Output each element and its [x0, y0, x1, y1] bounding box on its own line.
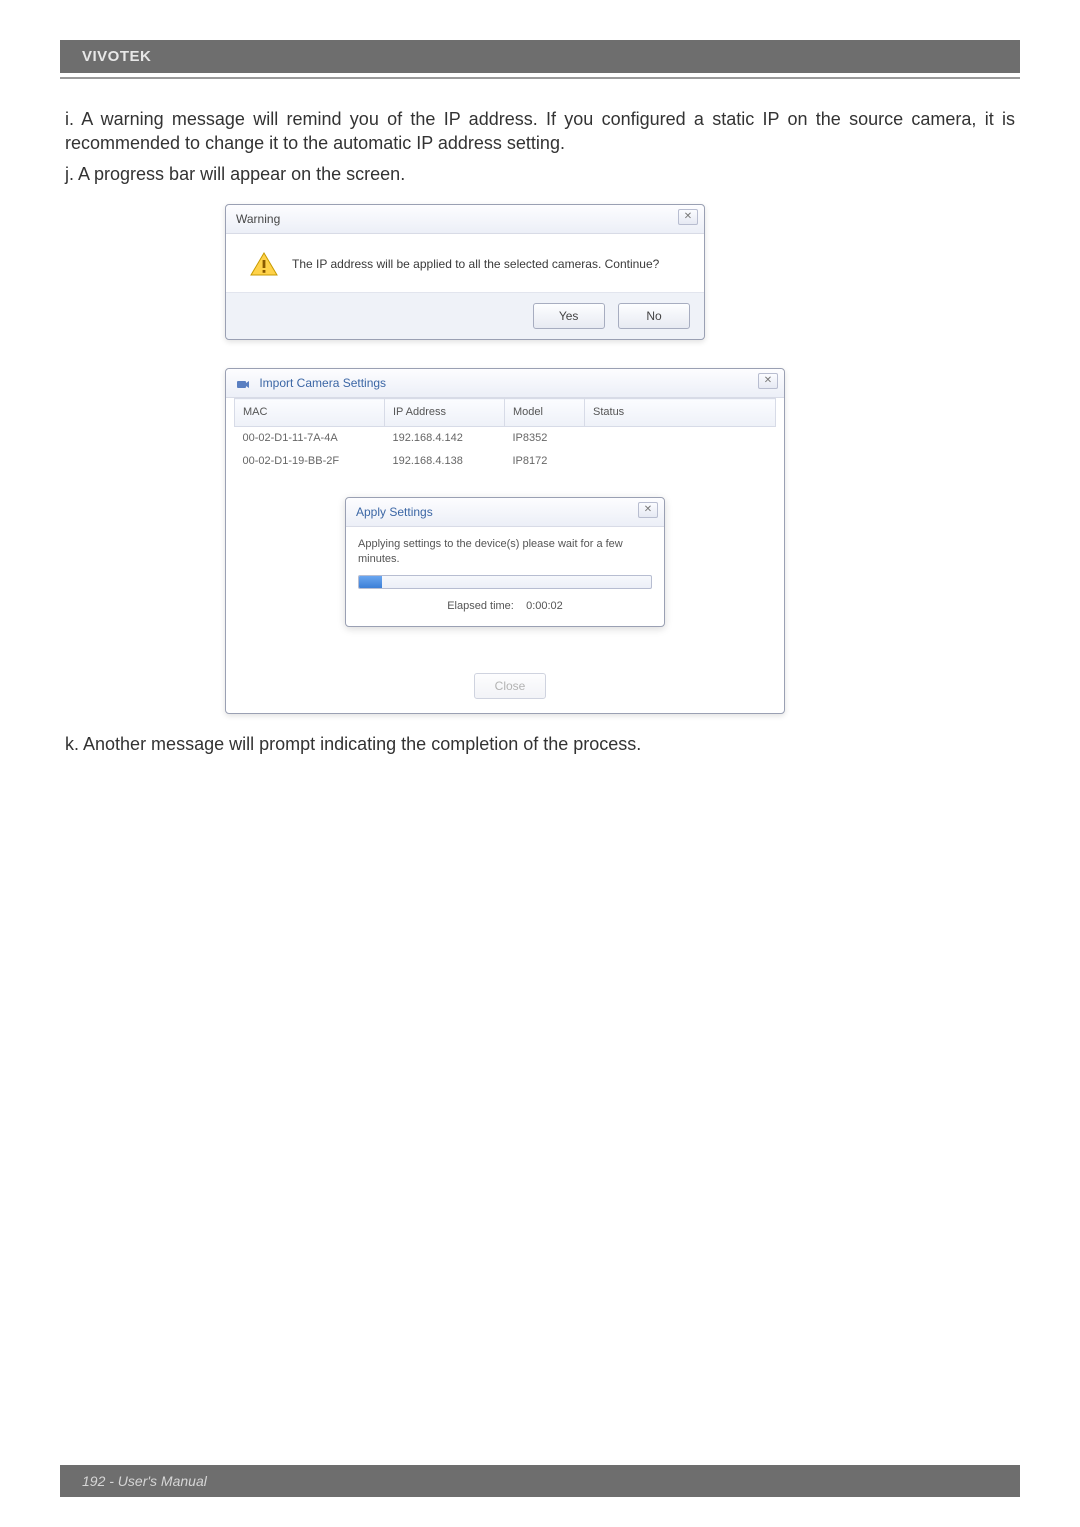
list-item-j-text: A progress bar will appear on the screen…: [78, 164, 405, 184]
cell-mac: 00-02-D1-19-BB-2F: [235, 450, 385, 473]
apply-dialog-title-text: Apply Settings: [356, 505, 433, 519]
col-ip-header[interactable]: IP Address: [385, 399, 505, 427]
warning-message: The IP address will be applied to all th…: [292, 256, 659, 272]
camera-table: MAC IP Address Model Status 00-02-D1-11-…: [234, 398, 776, 473]
warning-dialog-title-text: Warning: [236, 212, 280, 226]
cell-model: IP8172: [505, 450, 585, 473]
warning-icon: [250, 252, 278, 276]
warning-dialog-footer: Yes No: [226, 292, 704, 339]
footer-text: 192 - User's Manual: [82, 1473, 207, 1489]
camera-icon: [236, 378, 250, 390]
warning-dialog: Warning ✕ The IP address will be applied…: [225, 204, 705, 340]
close-icon[interactable]: ✕: [678, 209, 698, 225]
header-rule: [60, 77, 1020, 79]
close-button: Close: [474, 673, 546, 699]
close-icon[interactable]: ✕: [638, 502, 658, 518]
brand-label: VIVOTEK: [82, 48, 151, 65]
progress-bar-fill: [359, 576, 382, 588]
close-icon[interactable]: ✕: [758, 373, 778, 389]
page-header: VIVOTEK: [60, 40, 1020, 73]
list-item-k: k. Another message will prompt indicatin…: [65, 732, 1015, 756]
list-item-k-label: k.: [65, 734, 83, 754]
cell-ip: 192.168.4.142: [385, 427, 505, 450]
warning-dialog-title: Warning ✕: [226, 205, 704, 234]
progress-bar: [358, 575, 652, 589]
apply-dialog-body: Applying settings to the device(s) pleas…: [346, 527, 664, 626]
import-dialog-title-text: Import Camera Settings: [259, 376, 386, 390]
warning-dialog-body: The IP address will be applied to all th…: [226, 234, 704, 292]
list-item-j-label: j.: [65, 164, 78, 184]
no-button[interactable]: No: [618, 303, 690, 329]
list-item-i-text: A warning message will remind you of the…: [65, 109, 1015, 153]
elapsed-value: 0:00:02: [526, 600, 563, 612]
list-item-i-label: i.: [65, 109, 81, 129]
cell-status: [585, 450, 776, 473]
elapsed-label: Elapsed time:: [447, 600, 514, 612]
cell-model: IP8352: [505, 427, 585, 450]
import-settings-dialog: Import Camera Settings ✕ MAC IP Address …: [225, 368, 785, 714]
table-row[interactable]: 00-02-D1-19-BB-2F 192.168.4.138 IP8172: [235, 450, 776, 473]
col-status-header[interactable]: Status: [585, 399, 776, 427]
import-dialog-title: Import Camera Settings ✕: [226, 369, 784, 398]
elapsed-time: Elapsed time: 0:00:02: [358, 599, 652, 614]
table-header-row: MAC IP Address Model Status: [235, 399, 776, 427]
content-area: i. A warning message will remind you of …: [0, 107, 1080, 756]
yes-button[interactable]: Yes: [533, 303, 605, 329]
cell-status: [585, 427, 776, 450]
list-item-i: i. A warning message will remind you of …: [65, 107, 1015, 156]
camera-table-wrap: MAC IP Address Model Status 00-02-D1-11-…: [226, 398, 784, 473]
import-dialog-footer: Close: [226, 667, 784, 701]
apply-settings-dialog: Apply Settings ✕ Applying settings to th…: [345, 497, 665, 627]
cell-ip: 192.168.4.138: [385, 450, 505, 473]
cell-mac: 00-02-D1-11-7A-4A: [235, 427, 385, 450]
page-footer: 192 - User's Manual: [0, 1465, 1080, 1497]
col-model-header[interactable]: Model: [505, 399, 585, 427]
list-item-j: j. A progress bar will appear on the scr…: [65, 162, 1015, 186]
table-row[interactable]: 00-02-D1-11-7A-4A 192.168.4.142 IP8352: [235, 427, 776, 450]
list-item-k-text: Another message will prompt indicating t…: [83, 734, 641, 754]
footer-band: 192 - User's Manual: [60, 1465, 1020, 1497]
apply-message: Applying settings to the device(s) pleas…: [358, 537, 652, 567]
col-mac-header[interactable]: MAC: [235, 399, 385, 427]
apply-dialog-title: Apply Settings ✕: [346, 498, 664, 527]
